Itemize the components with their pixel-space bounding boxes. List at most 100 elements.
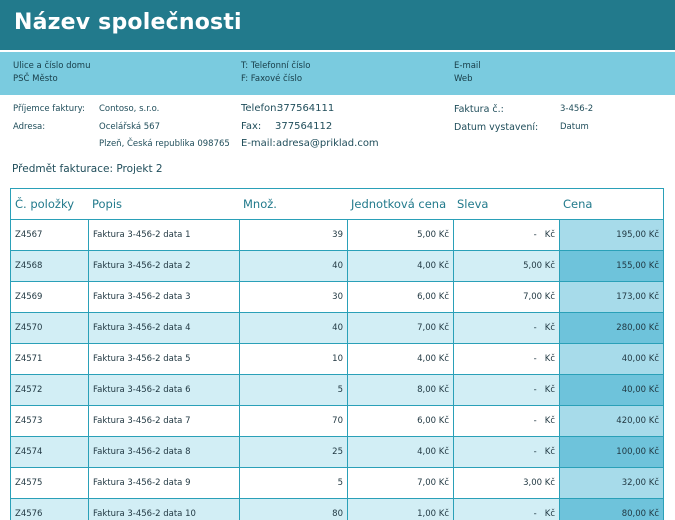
cell-quantity: 39	[239, 220, 347, 250]
recipient-phone-label: Telefon:	[241, 103, 280, 114]
table-row: Z4573 Faktura 3-456-2 data 7 70 6,00 Kč - Kč 4…	[11, 406, 663, 437]
cell-description: Faktura 3-456-2 data 3	[88, 282, 239, 312]
header-price: Cena	[563, 197, 593, 211]
invoice-items-table: Č. položky Popis Množ. Jednotková cena S…	[10, 188, 664, 520]
address-line2: Plzeň, Česká republika 098765	[99, 139, 230, 149]
cell-item-number: Z4572	[15, 385, 43, 395]
cell-description: Faktura 3-456-2 data 6	[88, 375, 239, 405]
recipient-fax-label: Fax:	[241, 121, 262, 132]
recipient-fax: 377564112	[275, 121, 333, 132]
cell-unit-price: 8,00 Kč	[347, 375, 453, 405]
cell-price: 420,00 Kč	[559, 406, 663, 436]
cell-quantity: 80	[239, 499, 347, 520]
cell-quantity: 40	[239, 313, 347, 343]
cell-item-number: Z4571	[15, 354, 43, 364]
discount-currency: Kč	[544, 323, 555, 333]
cell-description: Faktura 3-456-2 data 2	[88, 251, 239, 281]
header-discount: Sleva	[457, 197, 489, 211]
cell-quantity: 5	[239, 468, 347, 498]
discount-value: 7,00 Kč	[523, 292, 555, 302]
discount-value: -	[533, 323, 537, 333]
cell-discount: - Kč	[453, 499, 559, 520]
discount-value: -	[533, 447, 537, 457]
cell-price: 100,00 Kč	[559, 437, 663, 467]
invoice-subject: Předmět fakturace: Projekt 2	[12, 163, 163, 175]
discount-value: -	[533, 509, 537, 519]
table-row: Z4570 Faktura 3-456-2 data 4 40 7,00 Kč - Kč 2…	[11, 313, 663, 344]
recipient-phone: 377564111	[277, 103, 335, 114]
table-row: Z4572 Faktura 3-456-2 data 6 5 8,00 Kč - Kč 40…	[11, 375, 663, 406]
cell-discount: - Kč	[453, 375, 559, 405]
cell-quantity: 10	[239, 344, 347, 374]
cell-discount: - Kč	[453, 406, 559, 436]
table-row: Z4575 Faktura 3-456-2 data 9 5 7,00 Kč 3,00 …	[11, 468, 663, 499]
cell-quantity: 70	[239, 406, 347, 436]
cell-item-number: Z4573	[15, 416, 43, 426]
discount-value: 3,00 Kč	[523, 478, 555, 488]
cell-unit-price: 6,00 Kč	[347, 406, 453, 436]
address-label: Adresa:	[13, 122, 46, 132]
discount-currency: Kč	[544, 447, 555, 457]
cell-discount: 3,00 Kč	[453, 468, 559, 498]
cell-item-number: Z4569	[15, 292, 43, 302]
cell-unit-price: 1,00 Kč	[347, 499, 453, 520]
table-row: Z4574 Faktura 3-456-2 data 8 25 4,00 Kč - Kč 1…	[11, 437, 663, 468]
cell-item-number: Z4567	[15, 230, 43, 240]
header-item-number: Č. položky	[15, 197, 74, 211]
cell-price: 195,00 Kč	[559, 220, 663, 250]
cell-description: Faktura 3-456-2 data 9	[88, 468, 239, 498]
cell-unit-price: 4,00 Kč	[347, 251, 453, 281]
discount-currency: Kč	[544, 385, 555, 395]
discount-currency: Kč	[544, 354, 555, 364]
table-row: Z4571 Faktura 3-456-2 data 5 10 4,00 Kč - Kč 4…	[11, 344, 663, 375]
company-email: E-mail	[454, 61, 481, 71]
cell-price: 80,00 Kč	[559, 499, 663, 520]
cell-price: 280,00 Kč	[559, 313, 663, 343]
cell-price: 40,00 Kč	[559, 375, 663, 405]
cell-discount: 7,00 Kč	[453, 282, 559, 312]
cell-price: 155,00 Kč	[559, 251, 663, 281]
header-unit-price: Jednotková cena	[351, 197, 447, 211]
cell-description: Faktura 3-456-2 data 10	[88, 499, 239, 520]
discount-value: -	[533, 230, 537, 240]
cell-description: Faktura 3-456-2 data 8	[88, 437, 239, 467]
cell-description: Faktura 3-456-2 data 5	[88, 344, 239, 374]
cell-discount: - Kč	[453, 437, 559, 467]
company-street: Ulice a číslo domu	[13, 61, 91, 71]
cell-quantity: 40	[239, 251, 347, 281]
issue-date-label: Datum vystavení:	[454, 122, 539, 133]
header-quantity: Množ.	[243, 197, 277, 211]
cell-discount: - Kč	[453, 220, 559, 250]
cell-unit-price: 4,00 Kč	[347, 344, 453, 374]
cell-unit-price: 7,00 Kč	[347, 468, 453, 498]
cell-unit-price: 6,00 Kč	[347, 282, 453, 312]
title-bar: Název společnosti	[0, 0, 675, 50]
cell-item-number: Z4575	[15, 478, 43, 488]
recipient-label: Příjemce faktury:	[13, 104, 85, 114]
discount-value: -	[533, 354, 537, 364]
table-row: Z4569 Faktura 3-456-2 data 3 30 6,00 Kč 7,00…	[11, 282, 663, 313]
cell-quantity: 25	[239, 437, 347, 467]
company-phone: T: Telefonní číslo	[241, 61, 311, 71]
cell-description: Faktura 3-456-2 data 4	[88, 313, 239, 343]
cell-discount: - Kč	[453, 344, 559, 374]
company-fax: F: Faxové číslo	[241, 74, 303, 84]
table-row: Z4576 Faktura 3-456-2 data 10 80 1,00 Kč - Kč…	[11, 499, 663, 520]
cell-quantity: 30	[239, 282, 347, 312]
cell-description: Faktura 3-456-2 data 1	[88, 220, 239, 250]
discount-currency: Kč	[544, 416, 555, 426]
invoice-number: 3-456-2	[560, 104, 594, 114]
cell-discount: - Kč	[453, 313, 559, 343]
company-web: Web	[454, 74, 473, 84]
cell-price: 173,00 Kč	[559, 282, 663, 312]
table-row: Z4567 Faktura 3-456-2 data 1 39 5,00 Kč - Kč 1…	[11, 220, 663, 251]
discount-value: -	[533, 416, 537, 426]
company-city: PSČ Město	[13, 74, 58, 84]
address-line1: Ocelářská 567	[99, 122, 160, 132]
table-header-row: Č. položky Popis Množ. Jednotková cena S…	[11, 189, 663, 220]
cell-unit-price: 5,00 Kč	[347, 220, 453, 250]
cell-price: 32,00 Kč	[559, 468, 663, 498]
cell-item-number: Z4576	[15, 509, 43, 519]
cell-quantity: 5	[239, 375, 347, 405]
recipient-email-label: E-mail:	[241, 138, 276, 149]
